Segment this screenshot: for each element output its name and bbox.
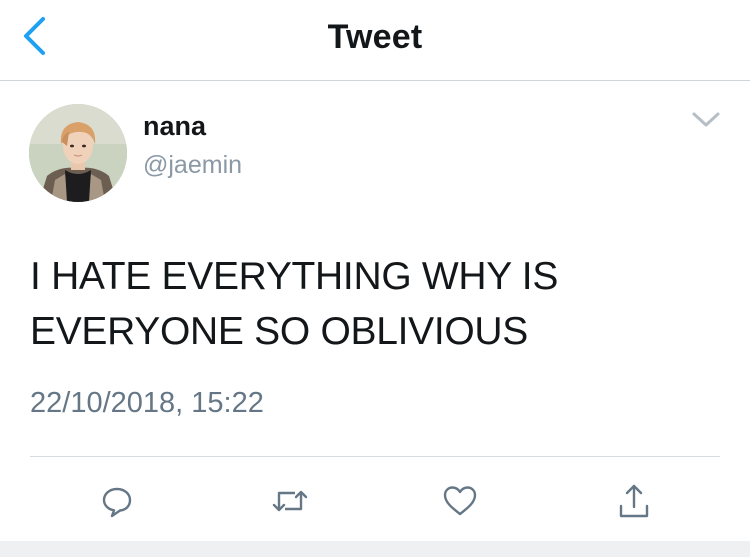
like-icon: [443, 486, 477, 516]
like-button[interactable]: [438, 481, 482, 521]
chevron-down-icon: [692, 112, 720, 127]
tweet-timestamp: 22/10/2018, 15:22: [30, 387, 264, 419]
page-title: Tweet: [327, 18, 423, 56]
retweet-button[interactable]: [268, 481, 312, 521]
bottom-toolbar-edge: [0, 541, 750, 557]
profile-photo: [29, 104, 127, 202]
divider: [30, 456, 720, 457]
retweet-icon: [272, 490, 308, 512]
reply-button[interactable]: [95, 481, 139, 521]
tweet-options-button[interactable]: [685, 104, 727, 136]
reply-icon: [102, 487, 132, 518]
user-handle[interactable]: @jaemin: [143, 151, 242, 180]
avatar[interactable]: [29, 104, 127, 202]
tweet-text: I HATE EVERYTHING WHY IS EVERYONE SO OBL…: [30, 255, 559, 353]
share-icon: [619, 484, 649, 518]
display-name[interactable]: nana: [143, 111, 206, 142]
navigation-header: Tweet: [0, 0, 750, 81]
share-button[interactable]: [612, 481, 656, 521]
